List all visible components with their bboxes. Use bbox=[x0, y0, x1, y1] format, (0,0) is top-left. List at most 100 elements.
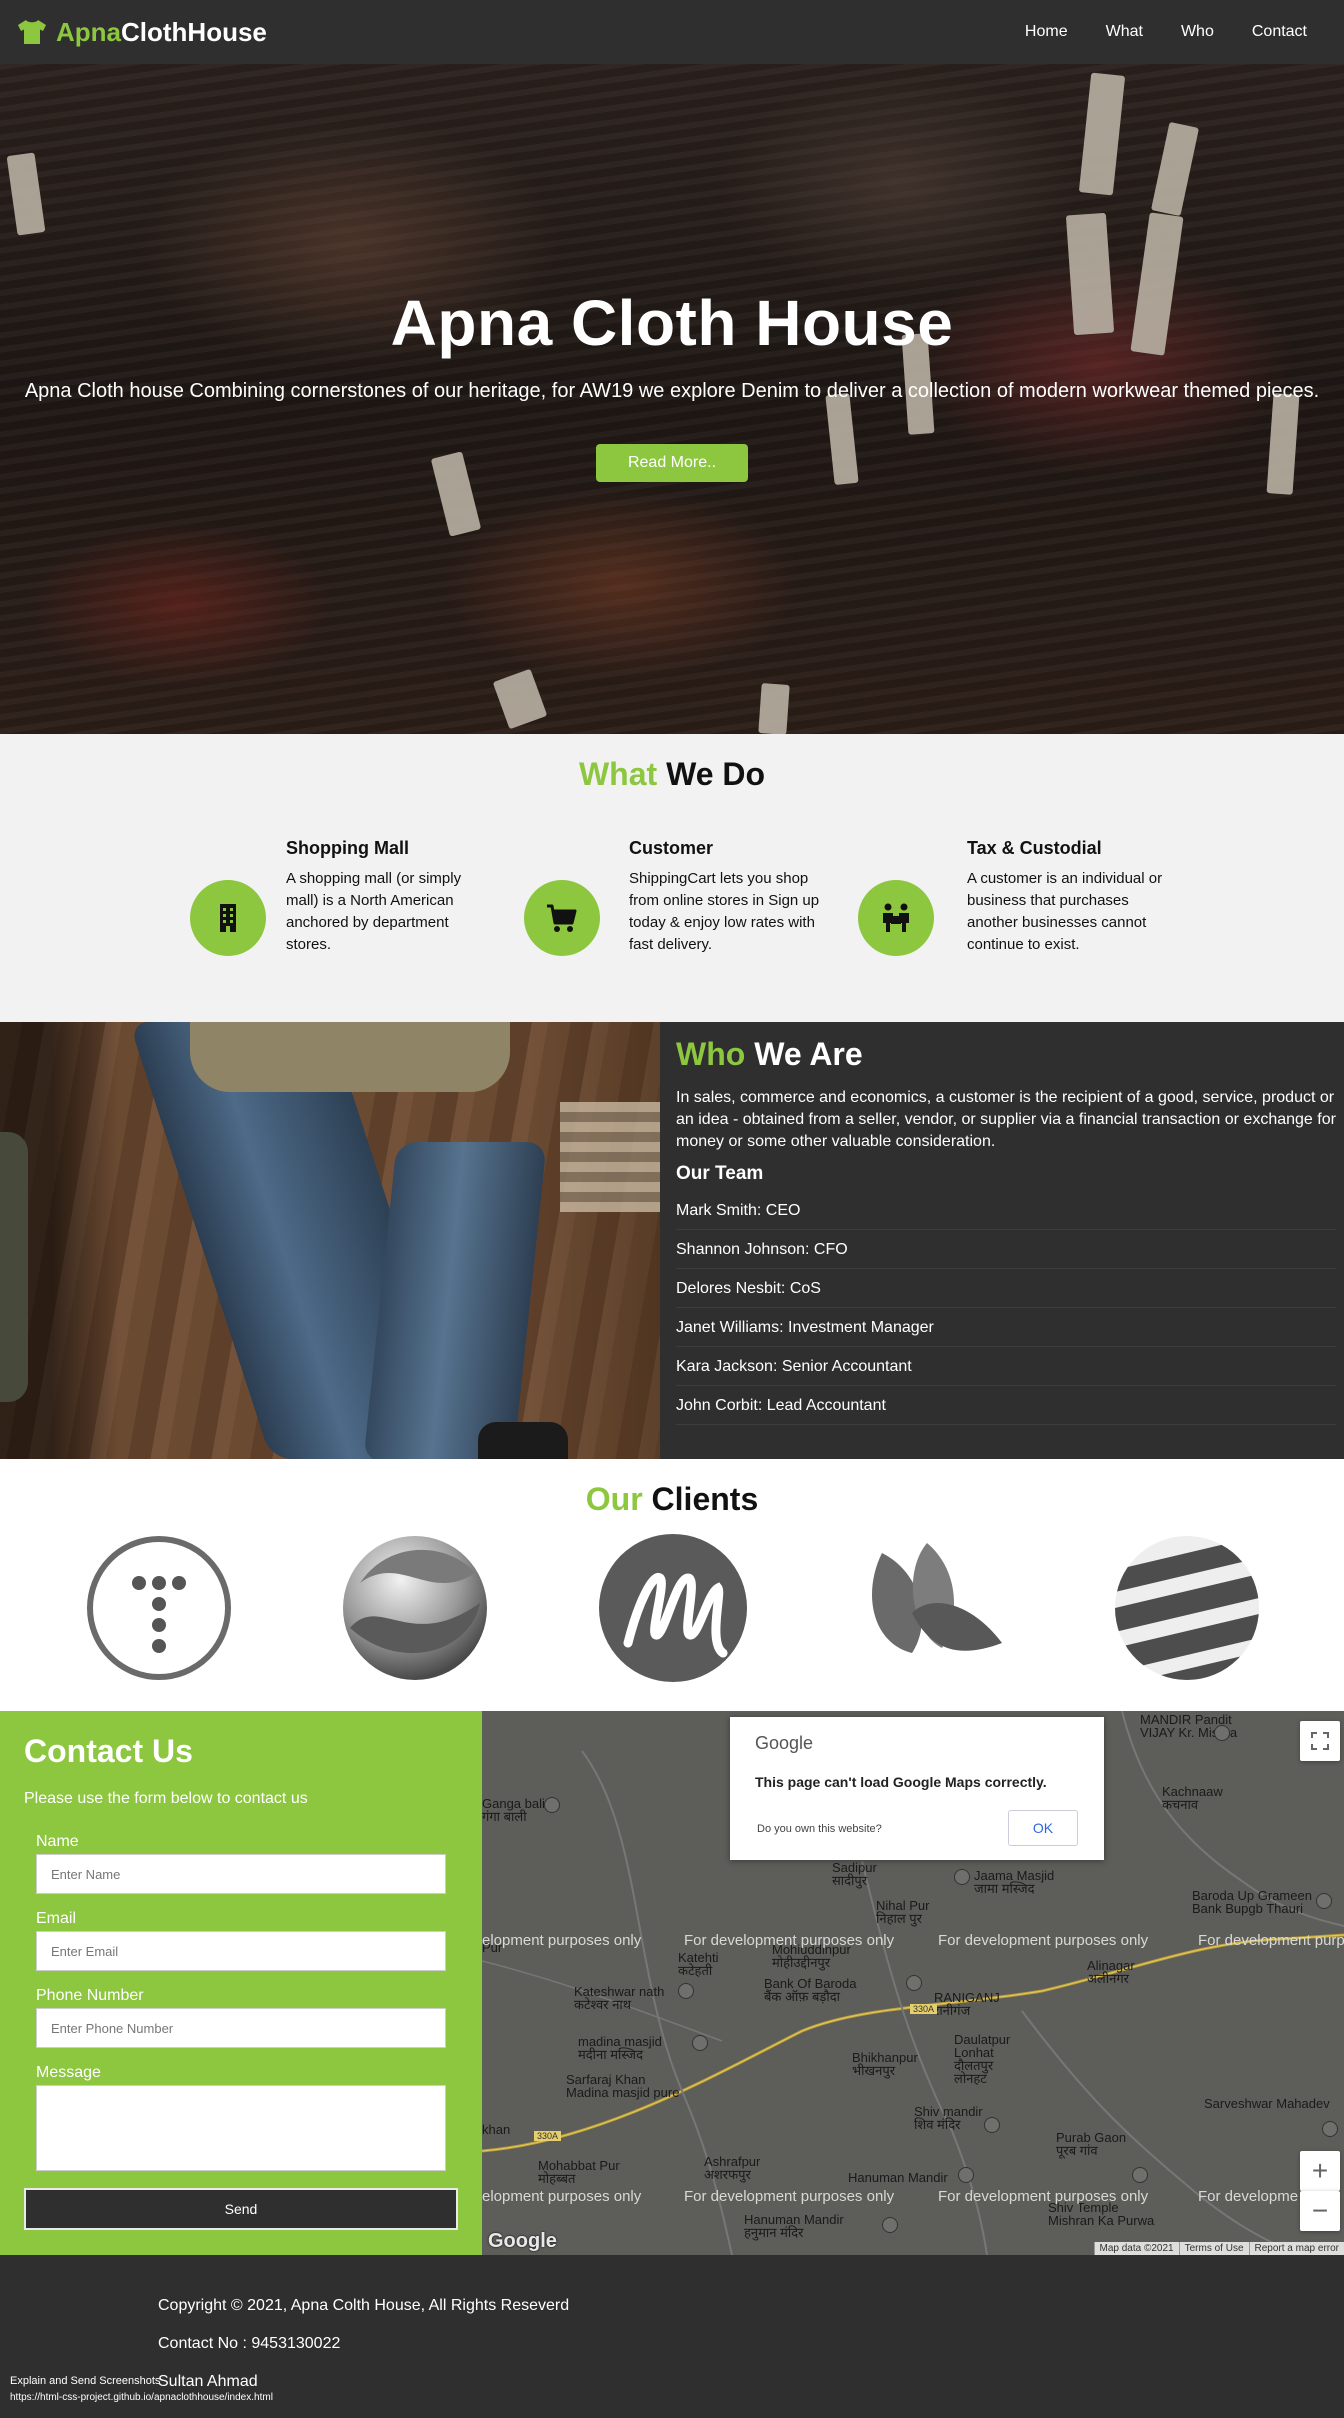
send-button[interactable]: Send bbox=[24, 2188, 458, 2230]
map-pin-icon[interactable] bbox=[1322, 2121, 1338, 2137]
map-pin-icon[interactable] bbox=[544, 1797, 560, 1813]
dialog-own-link[interactable]: Do you own this website? bbox=[757, 1823, 882, 1835]
clients-title-accent: Our bbox=[585, 1481, 643, 1517]
jacket-image bbox=[0, 1132, 28, 1402]
page-url: https://html-css-project.github.io/apnac… bbox=[10, 2392, 273, 2403]
swirl-sphere-logo bbox=[340, 1533, 490, 1683]
team-member: Mark Smith: CEO bbox=[676, 1191, 1336, 1230]
fullscreen-icon[interactable] bbox=[1300, 1721, 1340, 1761]
who-text: Who We Are In sales, commerce and econom… bbox=[676, 1022, 1336, 1425]
report-error-link[interactable]: Report a map error bbox=[1248, 2242, 1344, 2255]
hero-subtitle: Apna Cloth house Combining cornerstones … bbox=[24, 380, 1320, 402]
map-pin-icon[interactable] bbox=[1132, 2167, 1148, 2183]
service-text: A shopping mall (or simply mall) is a No… bbox=[286, 870, 462, 953]
nav-home[interactable]: Home bbox=[1006, 23, 1087, 41]
map-place: Mohabbat Pur मोहब्बत bbox=[538, 2158, 620, 2186]
nav-what[interactable]: What bbox=[1087, 23, 1162, 41]
map-dev-watermark: For development purposes only bbox=[684, 2188, 895, 2205]
terms-link[interactable]: Terms of Use bbox=[1178, 2242, 1249, 2255]
team-heading: Our Team bbox=[676, 1163, 764, 1184]
map-pin-icon[interactable] bbox=[882, 2217, 898, 2233]
what-title-rest: We Do bbox=[657, 756, 766, 792]
clients-title: Our Clients bbox=[0, 1481, 1344, 1518]
cart-icon bbox=[524, 880, 600, 956]
map-pin-icon[interactable] bbox=[678, 1983, 694, 1999]
service-text: A customer is an individual or business … bbox=[967, 870, 1163, 953]
m-script-logo bbox=[598, 1533, 748, 1683]
zoom-out-icon[interactable]: − bbox=[1300, 2191, 1340, 2231]
map-place: Katehti कटेहती bbox=[678, 1950, 719, 1978]
service-title: Tax & Custodial bbox=[967, 838, 1102, 858]
map-place: Bank Of Baroda बैंक ऑफ़ बड़ौदा bbox=[764, 1976, 857, 2004]
map-pin-icon[interactable] bbox=[958, 2167, 974, 2183]
map-place: Baroda Up Grameen Bank Bupgb Thauri bbox=[1192, 1888, 1312, 1916]
email-field[interactable]: Enter Email bbox=[36, 1931, 446, 1971]
map-pin-icon[interactable] bbox=[1214, 1725, 1230, 1741]
map-dev-watermark: elopment purposes only bbox=[482, 2188, 642, 2205]
brand-accent: Apna bbox=[56, 16, 121, 47]
name-field[interactable]: Enter Name bbox=[36, 1854, 446, 1894]
contact-subtitle: Please use the form below to contact us bbox=[24, 1790, 308, 1807]
who-title-accent: Who bbox=[676, 1036, 746, 1072]
who-we-are-section: Who We Are In sales, commerce and econom… bbox=[0, 1022, 1344, 1459]
map-place: Shiv mandir शिव मंदिर bbox=[914, 2104, 983, 2132]
map-dev-watermark: For developme bbox=[1198, 2188, 1299, 2205]
map-place: Ganga bali गंगा बाली bbox=[482, 1796, 545, 1824]
nav-who[interactable]: Who bbox=[1162, 23, 1233, 41]
service-text: ShippingCart lets you shop from online s… bbox=[629, 870, 820, 953]
map-place: madina masjid मदीना मस्जिद bbox=[578, 2034, 662, 2062]
map-place: Sarveshwar Mahadev bbox=[1204, 2096, 1330, 2111]
leg-image bbox=[363, 1142, 547, 1459]
map-place: khan bbox=[482, 2122, 511, 2137]
map-data-label: Map data ©2021 bbox=[1093, 2242, 1179, 2255]
map-error-dialog: Google This page can't load Google Maps … bbox=[730, 1717, 1104, 1860]
map-place: Jaama Masjid जामा मस्जिद bbox=[974, 1868, 1055, 1896]
message-field[interactable] bbox=[36, 2085, 446, 2171]
dialog-message: This page can't load Google Maps correct… bbox=[755, 1774, 1047, 1790]
brand-rest: ClothHouse bbox=[121, 16, 267, 47]
what-title: What We Do bbox=[0, 756, 1344, 793]
map-pin-icon[interactable] bbox=[1316, 1893, 1332, 1909]
phone-label: Phone Number bbox=[36, 1987, 144, 2004]
leaves-logo bbox=[852, 1533, 1002, 1683]
map-pin-icon[interactable] bbox=[692, 2035, 708, 2051]
map-place: Sadipur सादीपुर bbox=[832, 1860, 877, 1888]
contact-number: Contact No : 9453130022 bbox=[158, 2335, 341, 2352]
map-pin-icon[interactable] bbox=[906, 1975, 922, 1991]
jeans-photo bbox=[0, 1022, 660, 1459]
map-dev-watermark: For development purposes only bbox=[938, 2188, 1149, 2205]
map-place: Sarfaraj Khan Madina masjid pure bbox=[566, 2072, 680, 2100]
team-member: John Corbit: Lead Accountant bbox=[676, 1386, 1336, 1425]
google-watermark-logo: Google bbox=[488, 2230, 557, 2252]
map-place: Hanuman Mandir हनुमान मंदिर bbox=[744, 2212, 844, 2240]
client-logos bbox=[0, 1533, 1344, 1693]
who-title-rest: We Are bbox=[745, 1036, 863, 1072]
team-list: Mark Smith: CEO Shannon Johnson: CFO Del… bbox=[676, 1191, 1336, 1425]
google-map[interactable]: MANDIR Pandit VIJAY Kr. Mishra Kachnaaw … bbox=[482, 1711, 1344, 2255]
nav-contact[interactable]: Contact bbox=[1233, 23, 1326, 41]
hero-section: Apna Cloth House Apna Cloth house Combin… bbox=[0, 64, 1344, 734]
striped-globe-logo bbox=[1112, 1533, 1262, 1683]
author-name: Sultan Ahmad bbox=[158, 2373, 258, 2390]
shirt-image bbox=[190, 1022, 510, 1092]
clients-title-rest: Clients bbox=[642, 1481, 759, 1517]
map-pin-icon[interactable] bbox=[984, 2117, 1000, 2133]
map-pin-icon[interactable] bbox=[954, 1869, 970, 1885]
navbar: ApnaClothHouse Home What Who Contact bbox=[0, 0, 1344, 64]
map-place: Nihal Pur निहाल पुर bbox=[876, 1898, 930, 1926]
clients-section: Our Clients bbox=[0, 1459, 1344, 1711]
what-we-do-section: What We Do Shopping Mall A shopping mall… bbox=[0, 734, 1344, 1022]
hero-title: Apna Cloth House bbox=[390, 287, 954, 359]
zoom-in-icon[interactable]: + bbox=[1300, 2151, 1340, 2191]
name-label: Name bbox=[36, 1833, 79, 1850]
dialog-ok-button[interactable]: OK bbox=[1008, 1810, 1078, 1846]
map-dev-watermark: For development purposes only bbox=[684, 1932, 895, 1949]
team-member: Janet Williams: Investment Manager bbox=[676, 1308, 1336, 1347]
brand-logo[interactable]: ApnaClothHouse bbox=[16, 17, 267, 48]
phone-field[interactable]: Enter Phone Number bbox=[36, 2008, 446, 2048]
team-member: Shannon Johnson: CFO bbox=[676, 1230, 1336, 1269]
map-place: Purab Gaon पूरब गांव bbox=[1056, 2130, 1127, 2158]
dialog-google-logo: Google bbox=[755, 1733, 814, 1753]
map-place: Ashrafpur अशरफपुर bbox=[704, 2154, 761, 2182]
read-more-button[interactable]: Read More.. bbox=[596, 444, 748, 482]
